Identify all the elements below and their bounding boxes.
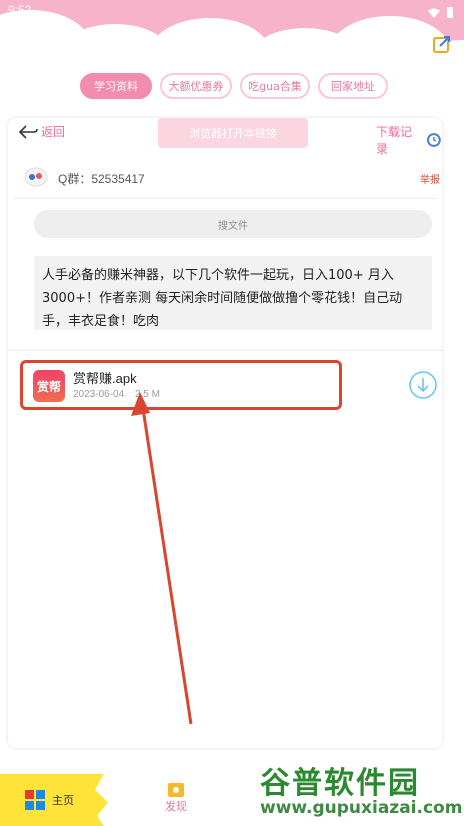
group-info-row: Q群：52535417 举报 <box>8 162 442 192</box>
file-name: 赏帮赚.apk <box>73 371 137 386</box>
download-icon[interactable] <box>408 370 438 400</box>
back-icon <box>18 124 38 139</box>
home-grid-icon <box>25 790 45 810</box>
watermark-url: www.gupuxiazai.com <box>260 798 463 818</box>
nav-home-label: 主页 <box>52 794 74 807</box>
file-meta: 2023-06-04 2.5 M <box>73 389 168 400</box>
watermark-logo: 谷普软件园 www.gupuxiazai.com <box>254 752 462 826</box>
qq-group-number: Q群：52535417 <box>58 172 145 186</box>
file-size: 2.5 M <box>134 389 160 400</box>
app-icon: 赏帮 <box>33 370 65 402</box>
group-avatar-icon <box>24 167 48 187</box>
share-icon <box>433 36 450 53</box>
discover-icon <box>168 783 184 797</box>
watermark-title: 谷普软件园 <box>260 766 420 801</box>
status-time: 9:52 <box>8 3 32 17</box>
nav-discover[interactable]: 发现 <box>156 780 196 820</box>
card-toolbar: 返回 浏览器打开本链接 下载记录 <box>8 118 442 156</box>
share-button[interactable] <box>432 34 452 54</box>
file-date: 2023-06-04 <box>73 389 125 400</box>
tab-study-materials[interactable]: 学习资料 <box>80 73 152 99</box>
report-link[interactable]: 举报 <box>420 171 440 186</box>
tab-coupons[interactable]: 大额优惠券 <box>160 73 232 99</box>
battery-icon <box>447 7 453 18</box>
open-in-browser-button[interactable]: 浏览器打开本链接 <box>158 118 308 148</box>
search-files-input[interactable]: 搜文件 <box>34 210 432 238</box>
divider <box>8 350 442 351</box>
tab-gossip[interactable]: 吃gua合集 <box>240 73 310 99</box>
divider <box>14 198 436 199</box>
content-card: 返回 浏览器打开本链接 下载记录 Q群：52535417 举报 搜文件 人手必备… <box>8 118 442 748</box>
back-button[interactable]: 返回 <box>18 123 65 140</box>
nav-discover-label: 发现 <box>165 800 187 813</box>
nav-home[interactable]: 主页 <box>0 774 108 826</box>
download-history-button[interactable]: 下载记录 <box>376 123 442 157</box>
file-list-item[interactable]: 赏帮 赏帮赚.apk 2023-06-04 2.5 M <box>20 360 342 410</box>
description-text: 人手必备的赚米神器，以下几个软件一起玩，日入100+ 月入3000+！作者亲测 … <box>34 256 432 330</box>
tab-home-address[interactable]: 回家地址 <box>318 73 388 99</box>
back-label: 返回 <box>41 125 66 139</box>
download-history-label: 下载记录 <box>376 125 413 156</box>
status-bar: 9:52 <box>0 0 464 22</box>
wifi-icon <box>427 8 440 18</box>
clock-icon <box>427 133 442 147</box>
status-icons <box>427 4 454 23</box>
category-tabs: 学习资料 大额优惠券 吃gua合集 回家地址 <box>80 73 388 99</box>
